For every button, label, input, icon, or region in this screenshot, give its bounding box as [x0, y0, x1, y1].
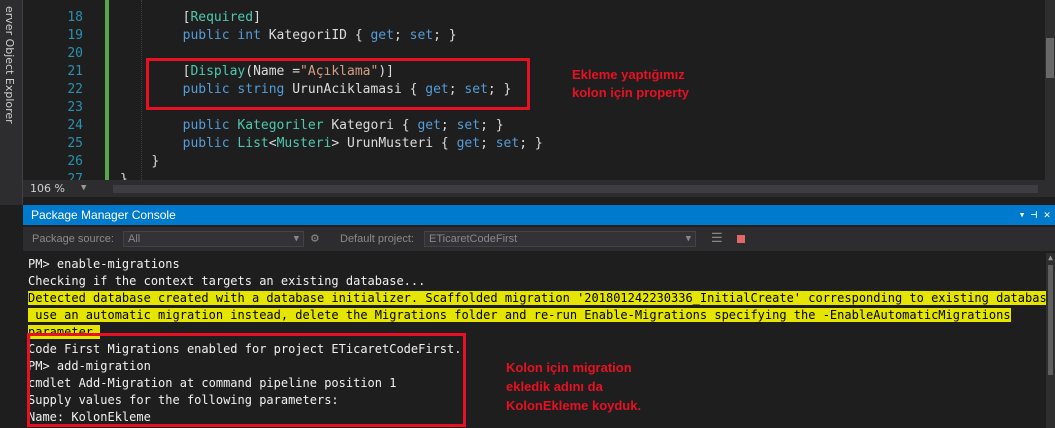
line-number: 23: [67, 100, 83, 115]
code-token: List: [237, 136, 269, 151]
code-token: Kategoriler: [237, 118, 324, 133]
package-source-select[interactable]: All ▼: [123, 231, 304, 247]
code-line-25: public List<Musteri> UrunMusteri { get ; …: [120, 135, 1040, 153]
scroll-up-icon[interactable]: ▲: [1046, 253, 1055, 262]
code-token: int: [237, 28, 261, 43]
editor-horizontal-scrollbar[interactable]: [113, 185, 1038, 193]
line-number: 27: [67, 172, 83, 180]
default-project-label: Default project:: [340, 233, 414, 245]
code-token: ; }: [433, 28, 457, 43]
line-number: 22: [67, 82, 83, 97]
chevron-down-icon: ▼: [685, 234, 691, 244]
visual-studio-window: erver Object Explorer 18 19 20 21 22 23 …: [0, 0, 1055, 428]
code-token: get: [370, 28, 394, 43]
line-number: 25: [67, 136, 83, 151]
zoom-level[interactable]: 106 %: [30, 180, 65, 197]
code-token: }: [120, 172, 128, 180]
code-token: get: [456, 136, 481, 151]
line-number: 20: [67, 46, 83, 61]
code-line-19: public int KategoriID { get; set; }: [120, 27, 1040, 45]
chevron-down-icon[interactable]: ▼: [81, 180, 86, 197]
editor-vertical-scrollbar[interactable]: [1045, 0, 1055, 180]
code-line-24: public Kategoriler Kategori { get; set; …: [120, 117, 1040, 135]
code-token: set: [456, 118, 481, 133]
change-indicator-bar: [105, 0, 109, 180]
code-token: public: [182, 118, 230, 133]
console-vertical-scrollbar[interactable]: ▲: [1046, 253, 1055, 428]
code-line-18: [Required]: [120, 9, 1040, 27]
server-object-explorer-tab[interactable]: erver Object Explorer: [0, 0, 23, 205]
clear-console-icon[interactable]: ☰: [711, 227, 723, 251]
code-line-26: }: [120, 153, 1040, 171]
stop-icon[interactable]: [737, 235, 745, 243]
code-token: ;: [393, 28, 410, 43]
annotation-text-property: Ekleme yaptığımız kolon için property: [572, 67, 690, 100]
code-token: Kategori {: [323, 118, 418, 133]
code-token: > UrunMusteri {: [331, 136, 457, 151]
panel-title: Package Manager Console: [31, 208, 176, 222]
line-number: 21: [67, 64, 83, 79]
annotation-box-migration: [27, 333, 466, 427]
panel-titlebar: Package Manager Console ▾ ⊣ ✕: [23, 205, 1055, 225]
code-token: ]: [253, 10, 261, 25]
code-token: ;: [440, 118, 457, 133]
chevron-down-icon: ▼: [293, 234, 299, 244]
code-token: ; }: [480, 118, 504, 133]
code-token: public: [182, 136, 230, 151]
code-token: KategoriID {: [260, 28, 371, 43]
code-token: }: [151, 154, 160, 169]
code-token: set: [409, 28, 434, 43]
annotation-box-property: [146, 58, 530, 110]
code-token: <: [268, 136, 277, 151]
editor-status-strip: 106 % ▼: [23, 180, 1055, 197]
code-token: ;: [480, 136, 496, 151]
annotation-text-migration: Kolon için migration ekledik adını da Ko…: [506, 360, 642, 413]
line-number-gutter: 18 19 20 21 22 23 24 25 26 27: [23, 0, 85, 180]
line-number: 24: [67, 118, 83, 133]
server-object-explorer-label: erver Object Explorer: [3, 6, 16, 124]
console-line: Checking if the context targets an exist…: [28, 274, 426, 288]
default-project-select[interactable]: ETicaretCodeFirst ▼: [424, 231, 696, 247]
gear-icon[interactable]: ⚙: [311, 227, 319, 251]
line-number: 26: [67, 154, 83, 169]
warning-text: Detected database created with a databas…: [28, 291, 1055, 305]
package-source-label: Package source:: [32, 233, 114, 245]
default-project-value: ETicaretCodeFirst: [429, 233, 518, 245]
console-scroll-thumb[interactable]: [1048, 265, 1053, 375]
line-number: 19: [67, 28, 83, 43]
code-token: ; }: [519, 136, 543, 151]
editor-scroll-thumb[interactable]: [1046, 38, 1054, 78]
warning-text: use an automatic migration instead, dele…: [28, 308, 1011, 322]
code-token: public: [182, 28, 230, 43]
package-source-value: All: [128, 233, 141, 245]
code-token: Musteri: [276, 136, 332, 151]
code-token: Required: [190, 10, 254, 25]
pin-icon[interactable]: ⊣: [1027, 205, 1041, 225]
code-token: set: [495, 136, 520, 151]
console-line-warning: Detected database created with a databas…: [28, 290, 1055, 307]
code-token: get: [417, 118, 441, 133]
close-icon[interactable]: ✕: [1040, 205, 1054, 225]
console-line-warning: use an automatic migration instead, dele…: [28, 307, 1048, 324]
console-toolbar: Package source: All ▼ ⚙ Default project:…: [23, 227, 1055, 251]
console-line: PM> enable-migrations: [28, 257, 180, 271]
code-line-27: }: [120, 171, 1040, 180]
line-number: 18: [67, 10, 83, 25]
